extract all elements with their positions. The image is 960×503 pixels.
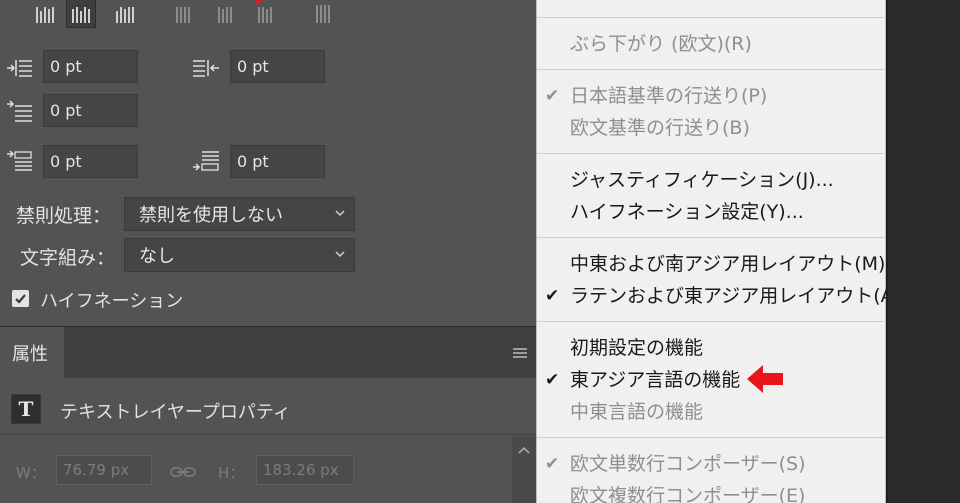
- width-label: W：: [16, 464, 46, 482]
- menu-item-east-asian-features[interactable]: 東アジア言語の機能: [570, 368, 740, 392]
- paragraph-options-menu: ぶら下がり (欧文)(R) ✔ 日本語基準の行送り(P) 欧文基準の行送り(B)…: [536, 0, 901, 503]
- space-before-icon: [6, 150, 34, 172]
- checkmark-icon: [15, 294, 26, 304]
- justify-all-top-button[interactable]: [168, 0, 198, 28]
- space-after-icon: [192, 150, 222, 172]
- tab-properties[interactable]: 属性: [0, 327, 64, 379]
- divider: [0, 434, 536, 435]
- checkmark-icon: ✔: [545, 286, 560, 306]
- indent-first-line-icon: [6, 100, 34, 122]
- space-before-input[interactable]: 0 pt: [43, 145, 138, 178]
- menu-separator: [537, 237, 887, 238]
- properties-panel-body: T テキストレイヤープロパティ W： 76.79 px H： 183.26 px: [0, 378, 536, 503]
- canvas-area: [886, 0, 960, 503]
- justify-all-bottom-icon: [258, 5, 272, 23]
- justify-left-icon: [36, 5, 54, 23]
- properties-panel-header: 属性: [0, 326, 536, 379]
- menu-item-default-features[interactable]: 初期設定の機能: [570, 336, 703, 360]
- menu-item-single-line-composer[interactable]: 欧文単数行コンポーザー(S): [570, 452, 806, 476]
- text-layer-properties-label: テキストレイヤープロパティ: [60, 402, 291, 423]
- menu-item-every-line-composer[interactable]: 欧文複数行コンポーザー(E): [570, 484, 805, 503]
- menu-item-hyphenation-settings[interactable]: ハイフネーション設定(Y)...: [570, 200, 804, 224]
- justify-full-icon: [316, 5, 330, 23]
- mojikumi-select[interactable]: なし: [124, 238, 355, 272]
- link-icon[interactable]: [170, 465, 196, 479]
- indent-right-input[interactable]: 0 pt: [230, 50, 325, 83]
- menu-item-justification[interactable]: ジャスティフィケーション(J)...: [570, 168, 834, 192]
- menu-item-latin-east-asian-layout[interactable]: ラテンおよび東アジア用レイアウト(A): [570, 284, 901, 308]
- justify-all-center-icon: [218, 5, 232, 23]
- menu-item-roman-hanging[interactable]: ぶら下がり (欧文)(R): [570, 32, 752, 56]
- menu-separator: [537, 17, 887, 18]
- justify-full-button[interactable]: [308, 0, 338, 28]
- width-input[interactable]: 76.79 px: [56, 455, 152, 485]
- kinsoku-label: 禁則処理：: [16, 205, 112, 227]
- height-label: H：: [218, 464, 245, 482]
- checkmark-icon: ✔: [545, 454, 560, 474]
- scroll-up-icon[interactable]: [518, 446, 530, 454]
- align-center-justify-button[interactable]: [66, 0, 96, 28]
- align-right-justify-button[interactable]: [110, 0, 140, 28]
- menu-separator: [537, 437, 887, 438]
- kinsoku-select[interactable]: 禁則を使用しない: [124, 197, 355, 231]
- checkmark-icon: ✔: [545, 86, 560, 106]
- mojikumi-label: 文字組み：: [20, 247, 116, 269]
- menu-separator: [537, 69, 887, 70]
- menu-item-middle-east-layout[interactable]: 中東および南アジア用レイアウト(M): [570, 252, 885, 276]
- menu-separator: [537, 153, 887, 154]
- indent-first-line-input[interactable]: 0 pt: [43, 94, 138, 127]
- hyphenate-label: ハイフネーション: [40, 291, 184, 312]
- paragraph-panel: 0 pt 0 pt 0 pt 0 pt 0 pt 禁則処理： 禁則を使用しない …: [0, 0, 536, 326]
- indent-right-icon: [192, 58, 220, 78]
- justify-center-icon: [72, 5, 90, 23]
- divider: [886, 0, 888, 503]
- menu-item-japanese-leading[interactable]: 日本語基準の行送り(P): [570, 84, 767, 108]
- checkmark-icon: ✔: [545, 370, 560, 390]
- menu-separator: [537, 321, 887, 322]
- space-after-input[interactable]: 0 pt: [230, 145, 325, 178]
- red-arrow-pointer-icon: [747, 365, 783, 393]
- mojikumi-value: なし: [139, 246, 175, 267]
- chevron-down-icon: [335, 251, 345, 258]
- justify-all-bottom-button[interactable]: [250, 0, 280, 28]
- align-left-justify-button[interactable]: [30, 0, 60, 28]
- kinsoku-value: 禁則を使用しない: [139, 205, 283, 226]
- justify-all-icon: [176, 5, 190, 23]
- text-layer-icon: T: [11, 394, 41, 424]
- menu-item-roman-leading[interactable]: 欧文基準の行送り(B): [570, 116, 750, 140]
- indent-left-icon: [6, 58, 34, 78]
- hyphenate-checkbox[interactable]: [12, 290, 29, 307]
- height-input[interactable]: 183.26 px: [256, 455, 354, 485]
- justify-all-center-button[interactable]: [210, 0, 240, 28]
- panel-menu-icon[interactable]: [512, 346, 528, 360]
- menu-item-middle-east-features[interactable]: 中東言語の機能: [570, 400, 703, 424]
- indent-left-input[interactable]: 0 pt: [43, 50, 138, 83]
- justify-right-icon: [116, 5, 134, 23]
- scrollbar[interactable]: [512, 436, 536, 503]
- chevron-down-icon: [335, 210, 345, 217]
